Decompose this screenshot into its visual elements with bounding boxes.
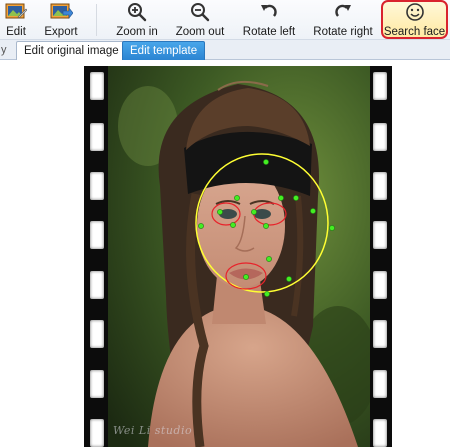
- zoom-out-button[interactable]: Zoom out: [173, 0, 227, 40]
- landmark-point[interactable]: [310, 208, 316, 214]
- landmark-point[interactable]: [278, 195, 284, 201]
- zoom-in-button[interactable]: Zoom in: [114, 0, 160, 40]
- edit-button[interactable]: Edit: [2, 0, 30, 40]
- rotate-right-label: Rotate right: [313, 26, 373, 38]
- rotate-right-icon: [333, 1, 353, 23]
- photo-signature-watermark: Wei Li studio: [113, 424, 193, 437]
- tab-edit-template[interactable]: Edit template: [122, 41, 206, 60]
- film-sprocket-hole: [373, 123, 387, 151]
- film-sprocket-hole: [373, 320, 387, 348]
- left-panel-tab-stub[interactable]: y: [0, 40, 8, 60]
- landmark-point[interactable]: [198, 223, 204, 229]
- landmark-point[interactable]: [263, 159, 269, 165]
- landmark-point[interactable]: [264, 291, 270, 297]
- face-editor-window: Edit Export Zoom in Zoom out Rotate left…: [0, 0, 450, 447]
- film-sprocket-hole: [90, 72, 104, 100]
- zoom-in-icon: [127, 1, 147, 23]
- film-sprocket-hole: [90, 221, 104, 249]
- tab-edit-original-image[interactable]: Edit original image: [16, 41, 127, 60]
- film-sprocket-hole: [90, 370, 104, 398]
- film-sprocket-hole: [373, 271, 387, 299]
- search-face-button[interactable]: Search face: [383, 0, 446, 40]
- film-sprocket-hole: [373, 370, 387, 398]
- rotate-left-label: Rotate left: [242, 26, 296, 38]
- zoom-out-label: Zoom out: [175, 26, 225, 38]
- rotate-left-icon: [259, 1, 279, 23]
- landmark-point[interactable]: [234, 195, 240, 201]
- film-sprocket-hole: [373, 419, 387, 447]
- toolbar-separator: [96, 4, 97, 36]
- export-button[interactable]: Export: [42, 0, 80, 40]
- search-face-label: Search face: [383, 26, 446, 38]
- portrait-illustration: [108, 66, 370, 447]
- film-sprocket-hole: [373, 172, 387, 200]
- film-sprocket-hole: [90, 271, 104, 299]
- zoom-in-label: Zoom in: [116, 26, 158, 38]
- film-sprocket-hole: [373, 72, 387, 100]
- rotate-right-button[interactable]: Rotate right: [311, 0, 375, 40]
- smiley-face-icon: [405, 1, 425, 23]
- edit-image-icon: [5, 1, 27, 23]
- film-strip-frame: [84, 66, 392, 447]
- landmark-point[interactable]: [251, 209, 257, 215]
- landmark-point[interactable]: [263, 223, 269, 229]
- film-sprocket-hole: [90, 419, 104, 447]
- landmark-point[interactable]: [286, 276, 292, 282]
- film-sprocket-hole: [373, 221, 387, 249]
- rotate-left-button[interactable]: Rotate left: [239, 0, 299, 40]
- landmark-point[interactable]: [329, 225, 335, 231]
- landmark-point[interactable]: [266, 256, 272, 262]
- export-image-icon: [49, 1, 73, 23]
- edit-label: Edit: [6, 26, 26, 38]
- portrait-photo[interactable]: [108, 66, 370, 447]
- toolbar: Edit Export Zoom in Zoom out Rotate left…: [0, 0, 450, 40]
- film-sprocket-hole: [90, 320, 104, 348]
- film-sprocket-hole: [90, 172, 104, 200]
- export-label: Export: [44, 26, 78, 38]
- landmark-point[interactable]: [230, 222, 236, 228]
- landmark-point[interactable]: [217, 209, 223, 215]
- zoom-out-icon: [190, 1, 210, 23]
- film-sprocket-hole: [90, 123, 104, 151]
- landmark-point[interactable]: [243, 274, 249, 280]
- landmark-point[interactable]: [293, 195, 299, 201]
